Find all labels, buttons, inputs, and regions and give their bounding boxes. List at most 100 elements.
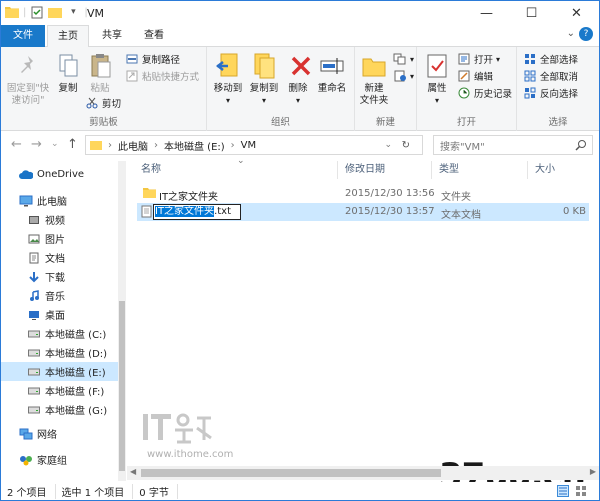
nav-scrollbar[interactable] <box>118 161 126 481</box>
tab-home[interactable]: 主页 <box>47 25 89 48</box>
scroll-right-icon[interactable]: ▶ <box>590 467 596 476</box>
select-all-button[interactable]: 全部选择 <box>523 51 578 67</box>
horizontal-scrollbar-thumb[interactable] <box>141 469 441 477</box>
pin-quick-access-button[interactable]: 固定到"快 速访问" <box>5 51 51 107</box>
nav-item-drive-e[interactable]: 本地磁盘 (E:) <box>1 362 123 381</box>
video-icon <box>27 213 41 227</box>
organize-group-label: 组织 <box>270 117 290 128</box>
minimize-button[interactable]: — <box>464 1 509 25</box>
column-header-size[interactable]: 大小 <box>529 159 589 181</box>
paste-shortcut-button[interactable]: 粘贴快捷方式 <box>125 68 199 84</box>
open-button[interactable]: 打开 ▾ <box>457 51 500 67</box>
copy-path-icon <box>125 52 139 66</box>
copy-icon <box>53 51 85 81</box>
cut-button[interactable]: 剪切 <box>85 95 121 111</box>
forward-arrow-icon[interactable]: → <box>31 137 42 152</box>
breadcrumb-vm[interactable]: VM <box>241 140 256 151</box>
cut-label: 剪切 <box>102 99 122 110</box>
rename-selected-text: IT之家文件夹 <box>155 206 215 217</box>
invert-selection-label: 反向选择 <box>540 89 579 100</box>
tab-file[interactable]: 文件 <box>1 25 45 47</box>
address-bar[interactable]: › 此电脑 › 本地磁盘 (E:) › VM ⌄ ↻ <box>85 135 423 155</box>
new-folder-button[interactable]: 新建 文件夹 <box>357 51 391 107</box>
paste-label: 粘贴 <box>90 83 110 94</box>
search-box[interactable]: 搜索"VM" <box>433 135 593 155</box>
scroll-left-icon[interactable]: ◀ <box>130 467 136 476</box>
nav-item-drive-g[interactable]: 本地磁盘 (G:) <box>1 400 123 419</box>
new-group: 新建 文件夹 ▾ ▾ 新建 <box>355 47 417 131</box>
nav-item-drive-f[interactable]: 本地磁盘 (F:) <box>1 381 123 400</box>
nav-item-music[interactable]: 音乐 <box>1 286 123 305</box>
horizontal-scrollbar[interactable]: ◀ ▶ <box>127 466 599 480</box>
close-button[interactable]: ✕ <box>554 1 599 25</box>
file-size: 0 KB <box>563 206 586 217</box>
nav-item-pictures[interactable]: 图片 <box>1 229 123 248</box>
breadcrumb-drive-e[interactable]: 本地磁盘 (E:) <box>164 138 225 153</box>
new-item-button[interactable]: ▾ <box>393 51 414 67</box>
maximize-button[interactable]: ☐ <box>509 1 554 25</box>
nav-item-videos[interactable]: 视频 <box>1 210 123 229</box>
file-row[interactable]: IT之家文件夹 2015/12/30 13:56 文件夹 <box>137 185 589 203</box>
rename-button[interactable]: 重命名 <box>313 51 351 95</box>
tab-share[interactable]: 共享 <box>91 25 133 47</box>
copy-to-button[interactable]: 复制到 ▾ <box>247 51 281 107</box>
status-item-count: 2 个项目 <box>1 484 56 499</box>
open-icon <box>457 52 471 66</box>
drive-icon <box>27 365 41 379</box>
file-type: 文本文档 <box>441 210 481 221</box>
easy-access-button[interactable]: ▾ <box>393 68 414 84</box>
properties-icon[interactable] <box>30 5 44 19</box>
invert-selection-button[interactable]: 反向选择 <box>523 85 578 101</box>
paste-button[interactable]: 粘贴 <box>85 51 115 95</box>
tab-view[interactable]: 查看 <box>133 25 175 47</box>
rename-input[interactable]: IT之家文件夹.txt <box>153 204 241 220</box>
column-header-type[interactable]: 类型 <box>433 159 529 181</box>
nav-item-onedrive[interactable]: OneDrive <box>1 165 123 184</box>
column-header-modified[interactable]: 修改日期 <box>339 159 435 181</box>
file-row[interactable]: IT之家文件夹.txt 2015/12/30 13:57 文本文档 0 KB <box>137 203 589 221</box>
nav-item-network[interactable]: 网络 <box>1 424 123 443</box>
text-file-icon <box>141 205 152 221</box>
music-icon <box>27 289 41 303</box>
pin-label: 固定到"快 速访问" <box>6 83 50 106</box>
column-header-name[interactable]: 名称 <box>135 159 335 181</box>
up-arrow-icon[interactable]: ↑ <box>67 137 78 152</box>
large-icons-view-icon[interactable] <box>575 485 587 500</box>
nav-item-desktop[interactable]: 桌面 <box>1 305 123 324</box>
rename-extension-text: .txt <box>214 206 232 217</box>
drive-icon <box>27 403 41 417</box>
folder-icon <box>5 5 19 19</box>
new-folder-qat-icon[interactable] <box>48 5 63 19</box>
edit-button[interactable]: 编辑 <box>457 68 493 84</box>
copy-button[interactable]: 复制 <box>53 51 83 95</box>
delete-button[interactable]: 删除 ▾ <box>285 51 311 107</box>
computer-icon <box>19 194 33 208</box>
refresh-icon[interactable]: ↻ <box>402 140 410 151</box>
drive-icon <box>27 346 41 360</box>
history-button[interactable]: 历史记录 <box>457 85 512 101</box>
help-button[interactable]: ? <box>579 27 593 41</box>
select-none-button[interactable]: 全部取消 <box>523 68 578 84</box>
nav-item-drive-d[interactable]: 本地磁盘 (D:) <box>1 343 123 362</box>
breadcrumb-this-pc[interactable]: 此电脑 <box>118 138 148 153</box>
folder-icon <box>143 187 156 201</box>
nav-item-downloads[interactable]: 下载 <box>1 267 123 286</box>
back-arrow-icon[interactable]: ← <box>11 137 22 152</box>
customize-qat-icon[interactable]: ▾ <box>66 5 80 19</box>
nav-item-documents[interactable]: 文档 <box>1 248 123 267</box>
select-none-icon <box>523 69 537 83</box>
nav-item-drive-c[interactable]: 本地磁盘 (C:) <box>1 324 123 343</box>
details-view-icon[interactable] <box>557 485 569 500</box>
ribbon-collapse-button[interactable]: ⌄ <box>567 28 575 39</box>
nav-scrollbar-thumb[interactable] <box>119 301 125 471</box>
move-to-button[interactable]: 移动到 ▾ <box>211 51 245 107</box>
properties-button[interactable]: 属性 ▾ <box>421 51 453 107</box>
address-dropdown-icon[interactable]: ⌄ <box>384 140 392 150</box>
nav-item-this-pc[interactable]: 此电脑 <box>1 191 123 210</box>
copy-path-button[interactable]: 复制路径 <box>125 51 180 67</box>
select-none-label: 全部取消 <box>540 72 579 83</box>
drive-icon <box>27 384 41 398</box>
rename-icon <box>316 51 348 81</box>
recent-dropdown-icon[interactable]: ⌄ <box>51 139 59 149</box>
nav-item-homegroup[interactable]: 家庭组 <box>1 450 123 469</box>
